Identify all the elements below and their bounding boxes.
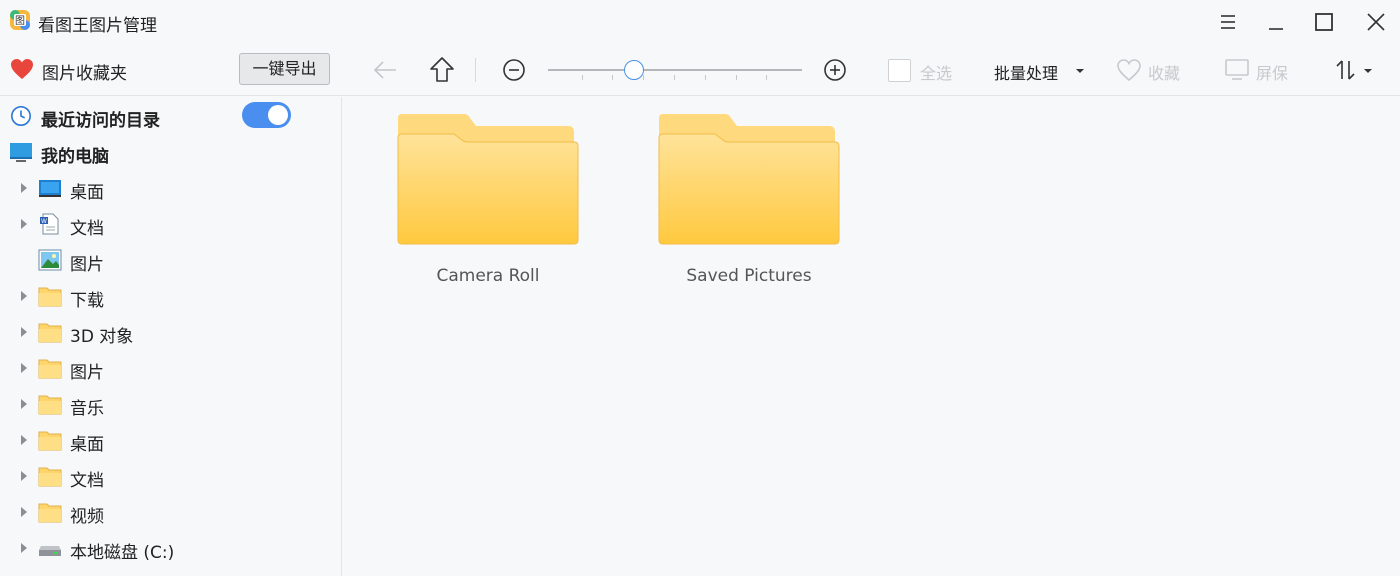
- sidebar-item-label: 本地磁盘 (C:): [70, 543, 175, 563]
- sidebar-item-label: 桌面: [70, 183, 104, 203]
- zoom-slider[interactable]: [548, 69, 802, 71]
- close-icon[interactable]: [1364, 10, 1388, 34]
- folder-icon: [38, 359, 62, 379]
- select-all-label[interactable]: 全选: [920, 60, 952, 84]
- folder-icon: [397, 114, 579, 245]
- desktop-icon: [39, 180, 61, 197]
- collect-button[interactable]: 收藏: [1148, 60, 1180, 84]
- expand-arrow-icon[interactable]: [21, 327, 27, 337]
- folder-icon: [38, 323, 62, 343]
- slider-tick: [705, 75, 706, 80]
- monitor-icon[interactable]: [1224, 58, 1250, 82]
- sidebar-item-local-disk[interactable]: 本地磁盘 (C:): [0, 530, 340, 566]
- sidebar-item-label: 图片: [70, 255, 104, 275]
- folder-tile[interactable]: Camera Roll: [396, 112, 580, 292]
- sidebar-item-music[interactable]: 音乐: [0, 386, 340, 422]
- folder-name: Camera Roll: [436, 266, 540, 286]
- slider-tick: [766, 75, 767, 80]
- app-logo-icon: 图: [10, 10, 30, 30]
- screensaver-button[interactable]: 屏保: [1256, 60, 1288, 84]
- batch-process-button[interactable]: 批量处理: [994, 60, 1058, 84]
- export-button[interactable]: 一键导出: [239, 53, 330, 85]
- sidebar-item-videos[interactable]: 视频: [0, 494, 340, 530]
- document-icon: W: [40, 213, 59, 235]
- folder-icon: [658, 114, 840, 245]
- chevron-down-icon[interactable]: [1363, 68, 1373, 74]
- sidebar-item-computer[interactable]: 我的电脑: [0, 134, 340, 170]
- sidebar-item-label: 3D 对象: [70, 327, 134, 347]
- expand-arrow-icon[interactable]: [21, 399, 27, 409]
- slider-tick: [643, 75, 644, 80]
- slider-tick: [736, 75, 737, 80]
- sidebar-item-3d-objects[interactable]: 3D 对象: [0, 314, 340, 350]
- expand-arrow-icon[interactable]: [21, 183, 27, 193]
- folder-icon: [38, 395, 62, 415]
- expand-arrow-icon[interactable]: [21, 291, 27, 301]
- folder-icon: [38, 287, 62, 307]
- expand-arrow-icon[interactable]: [21, 543, 27, 553]
- slider-tick: [612, 75, 613, 80]
- recent-toggle[interactable]: [242, 102, 291, 128]
- window-title: 看图王图片管理: [38, 16, 157, 36]
- clock-icon: [11, 106, 31, 126]
- menu-icon[interactable]: [1216, 10, 1240, 34]
- sidebar-item-label: 桌面: [70, 435, 104, 455]
- folder-icon: [38, 431, 62, 451]
- toggle-knob: [268, 105, 288, 125]
- minimize-icon[interactable]: [1264, 10, 1288, 34]
- slider-tick: [674, 75, 675, 80]
- sidebar-item-label: 文档: [70, 471, 104, 491]
- select-all-checkbox[interactable]: [888, 59, 911, 82]
- computer-icon: [10, 143, 32, 162]
- expand-arrow-icon[interactable]: [21, 471, 27, 481]
- expand-arrow-icon[interactable]: [21, 435, 27, 445]
- slider-tick: [582, 75, 583, 80]
- folder-icon: [38, 467, 62, 487]
- sidebar-item-pictures-folder[interactable]: 图片: [0, 350, 340, 386]
- expand-arrow-icon[interactable]: [21, 363, 27, 373]
- sidebar: 最近访问的目录 我的电脑 桌面 W 文档 图片 下载 3D 对象 图片 音乐 桌…: [0, 97, 342, 576]
- expand-arrow-icon[interactable]: [21, 219, 27, 229]
- folder-name: Saved Pictures: [686, 266, 812, 286]
- sidebar-item-pictures[interactable]: 图片: [0, 242, 340, 278]
- expand-arrow-icon[interactable]: [21, 507, 27, 517]
- sidebar-item-documents-folder[interactable]: 文档: [0, 458, 340, 494]
- maximize-icon[interactable]: [1312, 10, 1336, 34]
- sidebar-item-label: 下载: [70, 291, 104, 311]
- drive-icon: [39, 546, 61, 556]
- favorites-label[interactable]: 图片收藏夹: [42, 59, 127, 84]
- sidebar-item-label: 文档: [70, 219, 104, 239]
- toolbar: 图片收藏夹 一键导出 全选 批量处理 收藏 屏保: [0, 44, 1400, 96]
- svg-text:W: W: [41, 218, 47, 225]
- zoom-out-icon[interactable]: [502, 58, 526, 82]
- sidebar-item-recent[interactable]: 最近访问的目录: [0, 98, 340, 134]
- toolbar-divider: [475, 58, 476, 82]
- heart-outline-icon[interactable]: [1116, 58, 1142, 82]
- folder-icon: [38, 503, 62, 523]
- folder-tile[interactable]: Saved Pictures: [657, 112, 841, 292]
- sidebar-item-label: 我的电脑: [41, 147, 109, 167]
- sidebar-item-label: 最近访问的目录: [41, 111, 160, 131]
- sidebar-item-downloads[interactable]: 下载: [0, 278, 340, 314]
- sidebar-item-label: 视频: [70, 507, 104, 527]
- sidebar-item-label: 图片: [70, 363, 104, 383]
- title-bar: 图 看图王图片管理: [0, 0, 1400, 44]
- up-arrow-icon[interactable]: [429, 56, 455, 84]
- zoom-slider-thumb[interactable]: [624, 60, 645, 80]
- sidebar-item-desktop[interactable]: 桌面: [0, 170, 340, 206]
- sort-icon[interactable]: [1334, 58, 1358, 82]
- chevron-down-icon[interactable]: [1075, 68, 1085, 74]
- sidebar-item-label: 音乐: [70, 399, 104, 419]
- picture-icon: [38, 249, 62, 271]
- sidebar-item-documents[interactable]: W 文档: [0, 206, 340, 242]
- zoom-in-icon[interactable]: [823, 58, 847, 82]
- sidebar-item-desktop-folder[interactable]: 桌面: [0, 422, 340, 458]
- svg-text:图: 图: [15, 15, 25, 27]
- back-arrow-icon[interactable]: [372, 58, 398, 82]
- heart-icon[interactable]: [10, 58, 34, 80]
